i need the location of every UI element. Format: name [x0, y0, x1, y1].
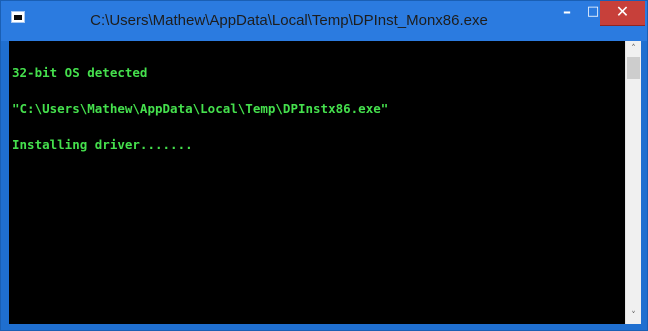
- title-bar[interactable]: C:\Users\Mathew\AppData\Local\Temp\DPIns…: [1, 1, 647, 41]
- scroll-thumb[interactable]: [627, 57, 640, 79]
- console-output[interactable]: 32-bit OS detected "C:\Users\Mathew\AppD…: [9, 41, 625, 324]
- window-title: C:\Users\Mathew\AppData\Local\Temp\DPIns…: [90, 12, 488, 29]
- console-line-installing: Installing driver.......: [12, 137, 193, 152]
- console-app-icon[interactable]: [11, 11, 25, 23]
- vertical-scrollbar[interactable]: ˄ ˅: [625, 41, 641, 324]
- scroll-up-icon[interactable]: ˄: [626, 41, 641, 57]
- minimize-button[interactable]: –: [553, 1, 581, 25]
- scroll-down-icon[interactable]: ˅: [626, 308, 641, 324]
- close-button[interactable]: ✕: [600, 1, 645, 26]
- console-line-os: 32-bit OS detected: [12, 65, 148, 80]
- console-line-path: "C:\Users\Mathew\AppData\Local\Temp\DPIn…: [12, 101, 389, 116]
- console-window: C:\Users\Mathew\AppData\Local\Temp\DPIns…: [0, 0, 648, 331]
